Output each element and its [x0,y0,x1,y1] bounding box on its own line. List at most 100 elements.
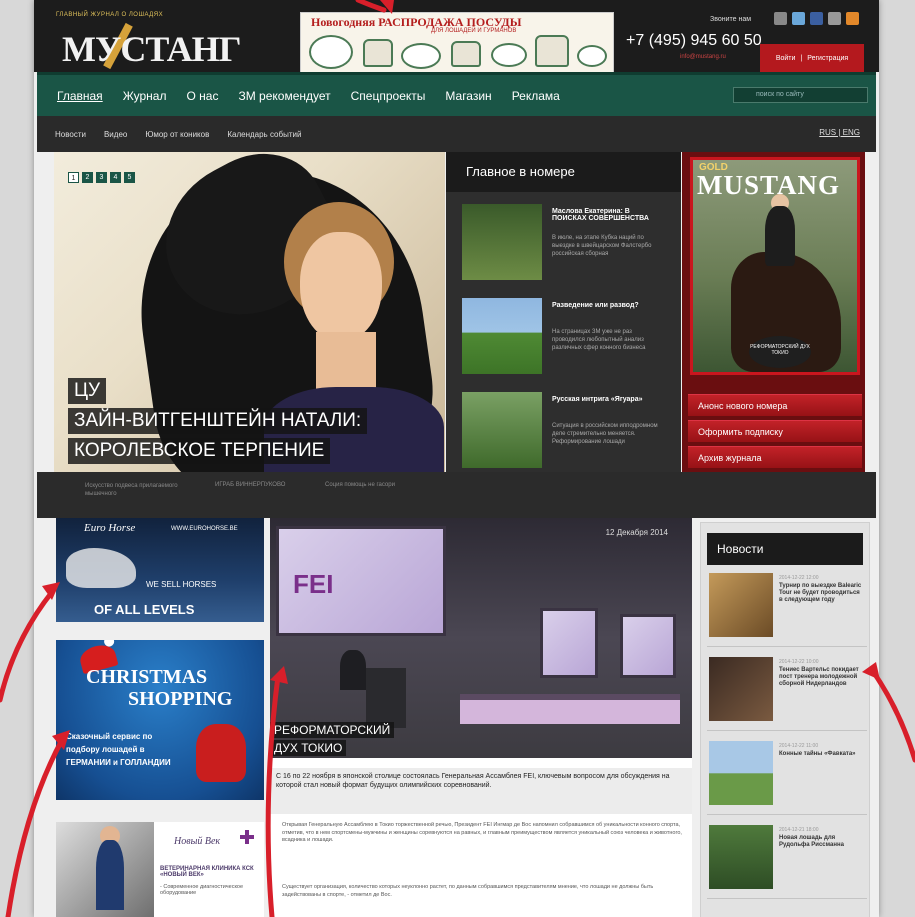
article-photo[interactable]: FEI 12 Декабря 2014 РЕФОРМАТОРСКИЙ ДУХ Т… [270,518,692,758]
article-caption-2[interactable]: ДУХ ТОКИО [270,740,347,756]
nav-item-shop[interactable]: Магазин [445,89,491,103]
nav-item-specials[interactable]: Спецпроекты [351,89,426,103]
subscribe-button[interactable]: Оформить подписку [688,420,862,442]
phone-number[interactable]: +7 (495) 945 60 50 [626,32,762,50]
strip-link[interactable]: Искусство подвеса прилагаемого мышечного [85,482,195,498]
teapot-icon [451,41,481,67]
issue-highlights: Главное в номере Маслова Екатерина: В ПО… [446,152,681,472]
news-timestamp: 2014-12-22 10:00 [779,659,819,665]
search-input[interactable]: поиск по сайту [733,87,868,103]
ad-eurohorse[interactable]: Euro Horse WWW.EUROHORSE.BE WE SELL HORS… [56,518,264,622]
twitter-icon[interactable] [792,12,805,25]
article-date: 12 Декабря 2014 [605,528,668,537]
screen-logo: FEI [293,569,334,599]
hero-portrait-face [300,232,382,342]
subnav-item-news[interactable]: Новости [55,130,86,139]
print-icon[interactable] [774,12,787,25]
ad-url: WWW.EUROHORSE.BE [171,526,238,532]
article-caption[interactable]: РЕФОРМАТОРСКИЙ [270,722,395,738]
pager-dot[interactable]: 5 [124,172,135,183]
plate-icon [491,43,527,67]
ad-slogan: WE SELL HORSES [146,580,217,589]
news-thumb [709,741,773,805]
hero-caption-subtitle[interactable]: КОРОЛЕВСКОЕ ТЕРПЕНИЕ [68,438,331,464]
ad-brand: Euro Horse [84,522,136,534]
logo-text: МУСТАНГ [62,29,242,69]
ad-xmas-title: CHRISTMAS [86,666,208,688]
subnav-item-calendar[interactable]: Календарь событий [227,130,301,139]
rss-icon[interactable] [846,12,859,25]
issue-item-title: Маслова Екатерина: В ПОИСКАХ СОВЕРШЕНСТВ… [552,208,649,222]
archive-button[interactable]: Архив журнала [688,446,862,468]
news-item[interactable]: 2014-12-22 11:00 Конные тайны «Фавката» [707,739,867,815]
nav-item-ads[interactable]: Реклама [512,89,560,103]
auth-box: Войти | Регистрация [760,44,864,72]
hero-caption-title[interactable]: ЗАЙН-ВИТГЕНШТЕЙН НАТАЛИ: [68,408,368,434]
strip-link[interactable]: Соция помощь не гасори [325,482,395,488]
auth-separator: | [800,54,803,62]
language-switcher[interactable]: RUS | ENG [819,128,860,137]
news-thumb [709,573,773,637]
projection-screen [620,614,676,678]
news-title: Новости [707,533,863,565]
hero-pager: 1 2 3 4 5 [68,172,135,183]
vet-person-image [96,840,124,910]
register-link[interactable]: Регистрация [807,55,848,62]
nav-item-home[interactable]: Главная [57,89,103,103]
hero-slider[interactable]: 1 2 3 4 5 ЦУ ЗАЙН-ВИТГЕНШТЕЙН НАТАЛИ: КО… [54,152,445,472]
announce-button[interactable]: Анонс нового номера [688,394,862,416]
article-paragraph: Существует организация, количество котор… [282,884,654,898]
vet-title: ВЕТЕРИНАРНАЯ КЛИНИКА КСК «НОВЫЙ ВЕК» [160,866,254,878]
pager-dot[interactable]: 4 [110,172,121,183]
article-paragraph: Открывая Генеральную Ассамблею в Токио т… [282,822,682,843]
issue-thumb [462,392,542,468]
hero-caption-rubric: ЦУ [68,378,107,404]
facebook-icon[interactable] [810,12,823,25]
page: ГЛАВНЫЙ ЖУРНАЛ О ЛОШАДЯХ МУСТАНГ Новогод… [34,0,879,917]
issue-item[interactable]: Разведение или развод? На страницах ЗМ у… [462,298,672,378]
article-lead: С 16 по 22 ноября в японской столице сос… [270,768,692,814]
sub-nav: Новости Видео Юмор от коников Календарь … [37,116,876,152]
plate-icon [309,35,353,69]
nav-item-magazine[interactable]: Журнал [123,89,167,103]
magazine-cover[interactable]: GOLD MUSTANG РЕФОРМАТОРСКИЙ ДУХ ТОКИО [690,157,860,375]
ad-xmas-body: Сказочный сервис по подбору лошадей в ГЕ… [66,732,171,767]
plate-icon [577,45,607,67]
top-banner-ad[interactable]: Новогодняя РАСПРОДАЖА ПОСУДЫ ДЛЯ ЛОШАДЕЙ… [300,12,614,73]
strip-link[interactable]: ИГРАБ ВИННЕРПУКОВО [215,482,285,488]
news-timestamp: 2014-12-21 18:00 [779,827,819,833]
issue-item-title: Разведение или развод? [552,302,639,309]
subnav-item-humor[interactable]: Юмор от коников [145,130,209,139]
vet-logo-text: Новый Век [174,836,221,847]
nav-item-recommends[interactable]: ЗМ рекомендует [238,89,330,103]
plate-icon [401,43,441,69]
promo-strip: Искусство подвеса прилагаемого мышечного… [37,472,876,518]
logo-tagline: ГЛАВНЫЙ ЖУРНАЛ О ЛОШАДЯХ [56,12,164,18]
site-logo[interactable]: ГЛАВНЫЙ ЖУРНАЛ О ЛОШАДЯХ МУСТАНГ [56,12,246,70]
ad-xmas-title-2: SHOPPING [128,688,233,710]
ad-christmas-shopping[interactable]: CHRISTMAS SHOPPING Сказочный сервис по п… [56,640,264,800]
ad-vet-clinic[interactable]: Новый Век ВЕТЕРИНАРНАЯ КЛИНИКА КСК «НОВЫ… [56,822,264,917]
projection-screen: FEI [276,526,446,636]
news-item[interactable]: 2014-12-22 10:00 Тениес Вартельс покидае… [707,655,867,731]
youtube-icon[interactable] [828,12,841,25]
issue-item[interactable]: Русская интрига «Ягуара» Ситуация в росс… [462,392,672,472]
news-item[interactable]: 2014-12-22 12:00 Турнир по выездке Balea… [707,571,867,647]
cover-badge: РЕФОРМАТОРСКИЙ ДУХ ТОКИО [749,336,811,368]
featured-article: FEI 12 Декабря 2014 РЕФОРМАТОРСКИЙ ДУХ Т… [270,518,692,917]
pager-dot[interactable]: 3 [96,172,107,183]
cover-rider-image [765,206,795,266]
login-link[interactable]: Войти [776,55,796,62]
ad-slogan-levels: OF ALL LEVELS [94,602,195,617]
issue-item[interactable]: Маслова Екатерина: В ПОИСКАХ СОВЕРШЕНСТВ… [462,204,672,284]
pager-dot[interactable]: 2 [82,172,93,183]
news-item[interactable]: 2014-12-21 18:00 Новая лошадь для Рудоль… [707,823,867,899]
subnav-item-video[interactable]: Видео [104,130,127,139]
nav-item-about[interactable]: О нас [186,89,218,103]
projection-screen [540,608,598,678]
issue-thumb [462,204,542,280]
magazine-panel: GOLD MUSTANG РЕФОРМАТОРСКИЙ ДУХ ТОКИО Ан… [682,152,865,472]
pager-dot[interactable]: 1 [68,172,79,183]
issue-title: Главное в номере [446,152,681,192]
contact-email[interactable]: info@mustang.ru [680,54,726,60]
